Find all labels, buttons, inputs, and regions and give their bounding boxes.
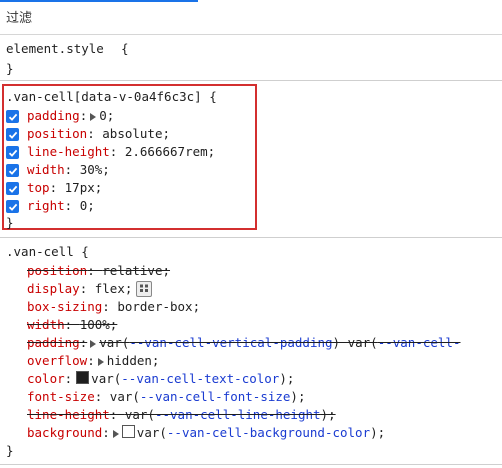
prop-value-pre[interactable]: var(	[110, 389, 140, 404]
prop-name[interactable]: line-height	[27, 407, 110, 422]
prop-name[interactable]: background	[27, 425, 102, 440]
prop-variable-2[interactable]: --van-cell-	[378, 335, 461, 350]
rule2-prop-position[interactable]: position: relative;	[27, 262, 170, 280]
prop-name[interactable]: position	[27, 126, 87, 141]
element-style-selector[interactable]: element.style	[6, 40, 104, 58]
expand-triangle-icon[interactable]	[90, 339, 97, 348]
prop-name[interactable]: top	[27, 180, 50, 195]
prop-value-mid[interactable]: ) var(	[333, 335, 378, 350]
checkbox-line-height[interactable]	[6, 146, 19, 159]
prop-name[interactable]: position	[27, 263, 87, 278]
checkbox-padding[interactable]	[6, 110, 19, 123]
rule1-prop-width[interactable]: width: 30%;	[27, 161, 110, 179]
prop-name[interactable]: padding	[27, 108, 80, 123]
prop-value-post[interactable]: );	[290, 389, 305, 404]
prop-name[interactable]: padding	[27, 335, 80, 350]
prop-value[interactable]: 17px;	[65, 180, 103, 195]
rule2-prop-box-sizing[interactable]: box-sizing: border-box;	[27, 298, 200, 316]
rule2-open-brace: {	[81, 244, 89, 259]
prop-name[interactable]: font-size	[27, 389, 95, 404]
rule1-prop-line-height[interactable]: line-height: 2.666667rem;	[27, 143, 215, 161]
rule2-prop-padding[interactable]: padding: var(--van-cell-vertical-padding)…	[27, 334, 502, 352]
expand-triangle-icon[interactable]	[97, 357, 104, 366]
prop-value[interactable]: border-box;	[117, 299, 200, 314]
prop-value[interactable]: 2.666667rem;	[125, 144, 215, 159]
filter-input[interactable]	[6, 6, 496, 30]
checkbox-position[interactable]	[6, 128, 19, 141]
rule-divider	[0, 464, 502, 465]
prop-value[interactable]: absolute;	[102, 126, 170, 141]
prop-name[interactable]: color	[27, 371, 65, 386]
prop-value-pre[interactable]: var(	[99, 335, 129, 350]
expand-triangle-icon[interactable]	[112, 429, 119, 438]
rule1-selector[interactable]: .van-cell[data-v-0a4f6c3c] {	[6, 88, 217, 106]
prop-variable[interactable]: --van-cell-font-size	[140, 389, 291, 404]
prop-name[interactable]: width	[27, 317, 65, 332]
rule1-prop-padding[interactable]: padding: 0;	[27, 107, 114, 125]
prop-value[interactable]: 100%;	[80, 317, 118, 332]
prop-value-post[interactable]: );	[279, 371, 294, 386]
flexbox-editor-icon[interactable]	[136, 281, 153, 297]
rule1-close-brace: }	[6, 215, 14, 230]
rule1-prop-top[interactable]: top: 17px;	[27, 179, 102, 197]
prop-name[interactable]: line-height	[27, 144, 110, 159]
prop-variable[interactable]: --van-cell-line-height	[155, 407, 321, 422]
rule2-prop-background[interactable]: background: var(--van-cell-background-col…	[27, 424, 385, 442]
prop-value[interactable]: flex;	[95, 281, 133, 296]
rule2-prop-overflow[interactable]: overflow: hidden;	[27, 352, 159, 370]
prop-variable[interactable]: --van-cell-vertical-padding	[129, 335, 332, 350]
rule2-prop-color[interactable]: color: var(--van-cell-text-color);	[27, 370, 294, 388]
color-swatch-icon[interactable]	[121, 425, 135, 438]
prop-variable[interactable]: --van-cell-background-color	[167, 425, 370, 440]
prop-value[interactable]: 0;	[80, 198, 95, 213]
rule-divider	[0, 237, 502, 238]
prop-name[interactable]: right	[27, 198, 65, 213]
rule2-close-brace: }	[6, 443, 14, 458]
element-style-close-brace: }	[6, 61, 14, 76]
rule2-prop-display[interactable]: display: flex;	[27, 280, 153, 298]
prop-value[interactable]: 30%;	[80, 162, 110, 177]
filter-bar	[0, 2, 502, 35]
prop-value-post[interactable]: );	[321, 407, 336, 422]
rule1-prop-right[interactable]: right: 0;	[27, 197, 95, 215]
rule2-prop-width[interactable]: width: 100%;	[27, 316, 117, 334]
prop-variable[interactable]: --van-cell-text-color	[121, 371, 279, 386]
prop-value-post[interactable]: );	[370, 425, 385, 440]
rule1-open-brace: {	[209, 89, 217, 104]
rule2-selector[interactable]: .van-cell {	[6, 243, 89, 261]
checkbox-width[interactable]	[6, 164, 19, 177]
expand-triangle-icon[interactable]	[90, 112, 97, 121]
prop-value-pre[interactable]: var(	[125, 407, 155, 422]
checkbox-right[interactable]	[6, 200, 19, 213]
rule2-prop-font-size[interactable]: font-size: var(--van-cell-font-size);	[27, 388, 305, 406]
element-style-open-brace: {	[121, 41, 129, 56]
rule1-prop-position[interactable]: position: absolute;	[27, 125, 170, 143]
color-swatch-icon[interactable]	[76, 371, 90, 384]
prop-value-pre[interactable]: var(	[137, 425, 167, 440]
prop-name[interactable]: overflow	[27, 353, 87, 368]
prop-value-pre[interactable]: var(	[91, 371, 121, 386]
rule2-selector-text[interactable]: .van-cell	[6, 244, 74, 259]
prop-value[interactable]: relative;	[102, 263, 170, 278]
rule1-selector-text[interactable]: .van-cell[data-v-0a4f6c3c]	[6, 89, 202, 104]
prop-name[interactable]: box-sizing	[27, 299, 102, 314]
rule2-prop-line-height[interactable]: line-height: var(--van-cell-line-height)…	[27, 406, 336, 424]
rule-divider	[0, 80, 502, 81]
prop-value[interactable]: hidden;	[107, 353, 160, 368]
prop-value[interactable]: 0;	[99, 108, 114, 123]
prop-name[interactable]: width	[27, 162, 65, 177]
checkbox-top[interactable]	[6, 182, 19, 195]
prop-name[interactable]: display	[27, 281, 80, 296]
